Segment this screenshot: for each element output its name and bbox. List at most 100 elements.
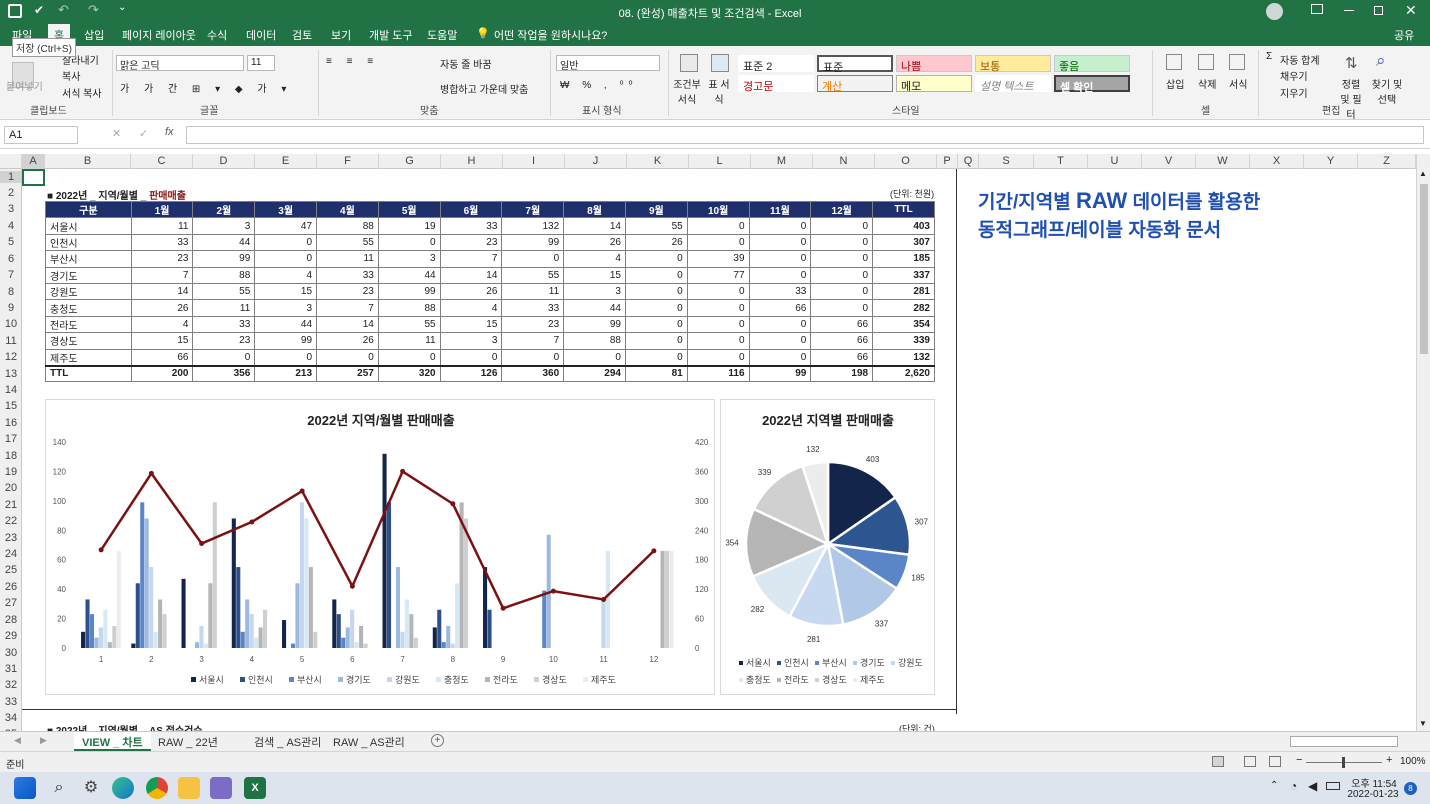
table-header-cell[interactable]: 11월: [748, 200, 812, 219]
sheet-tab-view-chart[interactable]: VIEW _ 차트: [74, 732, 151, 751]
table-cell[interactable]: 281: [872, 282, 935, 301]
table-header-cell[interactable]: 1월: [130, 200, 194, 219]
column-header[interactable]: Z: [1358, 154, 1416, 169]
format-cells-icon[interactable]: [1229, 54, 1245, 70]
table-cell[interactable]: 185: [872, 250, 935, 268]
table-cell[interactable]: 0: [810, 250, 874, 268]
edge-browser-icon[interactable]: [112, 777, 134, 799]
table-cell[interactable]: 경기도: [45, 266, 132, 284]
table-cell[interactable]: 26: [316, 332, 379, 350]
table-cell[interactable]: 4: [254, 266, 318, 284]
table-header-cell[interactable]: 9월: [624, 200, 688, 219]
format-cells-button[interactable]: 서식: [1229, 76, 1247, 91]
table-cell[interactable]: 33: [501, 299, 565, 317]
zoom-in-icon[interactable]: +: [1386, 754, 1392, 766]
column-header[interactable]: O: [875, 154, 937, 169]
row-header[interactable]: 19: [0, 466, 21, 478]
column-header[interactable]: H: [441, 154, 503, 169]
customize-qat-icon[interactable]: ⌄: [118, 2, 126, 13]
sheet-tab-raw-22[interactable]: RAW _ 22년: [150, 732, 226, 751]
table-cell[interactable]: 0: [624, 282, 688, 301]
table-cell[interactable]: 15: [130, 332, 194, 350]
volume-icon[interactable]: ◀: [1308, 779, 1317, 793]
next-sheet-icon[interactable]: ▶: [40, 735, 47, 746]
style-neutral[interactable]: 보통: [975, 55, 1051, 73]
table-cell[interactable]: 77: [686, 266, 750, 284]
column-header[interactable]: E: [255, 154, 317, 169]
table-cell[interactable]: 14: [439, 266, 503, 284]
table-cell[interactable]: 0: [810, 233, 874, 252]
zoom-out-icon[interactable]: −: [1296, 754, 1302, 766]
clock-time[interactable]: 오후 11:54: [1350, 775, 1398, 790]
table-cell[interactable]: 0: [192, 348, 256, 367]
row-header[interactable]: 28: [0, 614, 21, 626]
table-cell[interactable]: 0: [624, 315, 688, 334]
table-cell[interactable]: 0: [624, 348, 688, 367]
table-cell[interactable]: 23: [316, 282, 379, 301]
table-total-cell[interactable]: 360: [501, 364, 565, 383]
table-cell[interactable]: 19: [377, 217, 441, 235]
table-cell[interactable]: 11: [192, 299, 256, 317]
tab-insert[interactable]: 삽입: [84, 27, 104, 43]
conditional-format-icon[interactable]: [680, 54, 698, 72]
table-header-cell[interactable]: 2월: [192, 200, 256, 219]
row-header[interactable]: 12: [0, 351, 21, 363]
table-total-cell[interactable]: 356: [192, 364, 256, 383]
table-cell[interactable]: 7: [439, 250, 503, 268]
worksheet-grid[interactable]: ■ 2022년 _ 지역/월별 _ 판매매출 (단위: 천원) 구분 1월 2월 3월…: [22, 169, 1416, 731]
column-header[interactable]: G: [379, 154, 441, 169]
table-cell[interactable]: 0: [316, 348, 379, 367]
table-cell[interactable]: 0: [501, 250, 565, 268]
number-format-combo[interactable]: 일반: [556, 55, 660, 72]
table-total-cell[interactable]: 257: [316, 364, 379, 383]
table-cell[interactable]: 26: [439, 282, 503, 301]
table-cell[interactable]: 7: [130, 266, 194, 284]
table-cell[interactable]: 26: [130, 299, 194, 317]
table-header-cell[interactable]: 7월: [501, 200, 565, 219]
table-cell[interactable]: 0: [254, 348, 318, 367]
column-header[interactable]: Y: [1304, 154, 1358, 169]
insert-function-icon[interactable]: fx: [165, 126, 174, 138]
row-header[interactable]: 26: [0, 581, 21, 593]
table-header-cell[interactable]: 3월: [254, 200, 318, 219]
tray-chevron-icon[interactable]: ⌃: [1270, 780, 1278, 791]
table-total-cell[interactable]: 126: [439, 364, 503, 383]
font-name-combo[interactable]: 맑은 고딕: [116, 55, 244, 72]
row-header[interactable]: 20: [0, 482, 21, 494]
row-header[interactable]: 25: [0, 564, 21, 576]
table-cell[interactable]: 0: [624, 299, 688, 317]
style-normal-2[interactable]: 표준 2: [738, 55, 814, 73]
row-header[interactable]: 7: [0, 269, 21, 281]
table-cell[interactable]: 88: [192, 266, 256, 284]
table-cell[interactable]: 15: [563, 266, 626, 284]
tab-data[interactable]: 데이터: [246, 27, 276, 43]
table-cell[interactable]: 7: [501, 332, 565, 350]
style-normal[interactable]: 표준: [817, 55, 893, 74]
table-cell[interactable]: 39: [686, 250, 750, 268]
table-header-cell[interactable]: 4월: [316, 200, 379, 219]
style-good[interactable]: 좋음: [1054, 55, 1130, 73]
column-header[interactable]: X: [1250, 154, 1304, 169]
copy-button[interactable]: 복사: [62, 68, 80, 83]
table-cell[interactable]: 0: [810, 217, 874, 235]
font-size-combo[interactable]: 11: [247, 55, 275, 71]
battery-icon[interactable]: [1326, 782, 1340, 790]
cancel-formula-icon[interactable]: ✕: [112, 127, 121, 140]
paste-button[interactable]: 붙여넣기: [6, 78, 43, 93]
notification-badge[interactable]: 8: [1404, 782, 1417, 795]
table-cell[interactable]: 44: [563, 299, 626, 317]
undo-icon[interactable]: ↶: [58, 2, 69, 18]
row-header[interactable]: 29: [0, 630, 21, 642]
row-header[interactable]: 3: [0, 203, 21, 215]
table-cell[interactable]: 337: [872, 266, 935, 284]
row-header[interactable]: 21: [0, 499, 21, 511]
enter-formula-icon[interactable]: ✓: [139, 127, 148, 140]
table-cell[interactable]: 충청도: [45, 299, 132, 317]
table-cell[interactable]: 11: [130, 217, 194, 235]
table-cell[interactable]: 0: [686, 332, 750, 350]
table-total-cell[interactable]: 213: [254, 364, 318, 383]
vertical-scrollbar[interactable]: ▲ ▼: [1416, 154, 1430, 731]
table-total-cell[interactable]: TTL: [45, 364, 132, 383]
format-painter-button[interactable]: 서식 복사: [62, 85, 102, 100]
table-total-cell[interactable]: 81: [624, 364, 688, 383]
